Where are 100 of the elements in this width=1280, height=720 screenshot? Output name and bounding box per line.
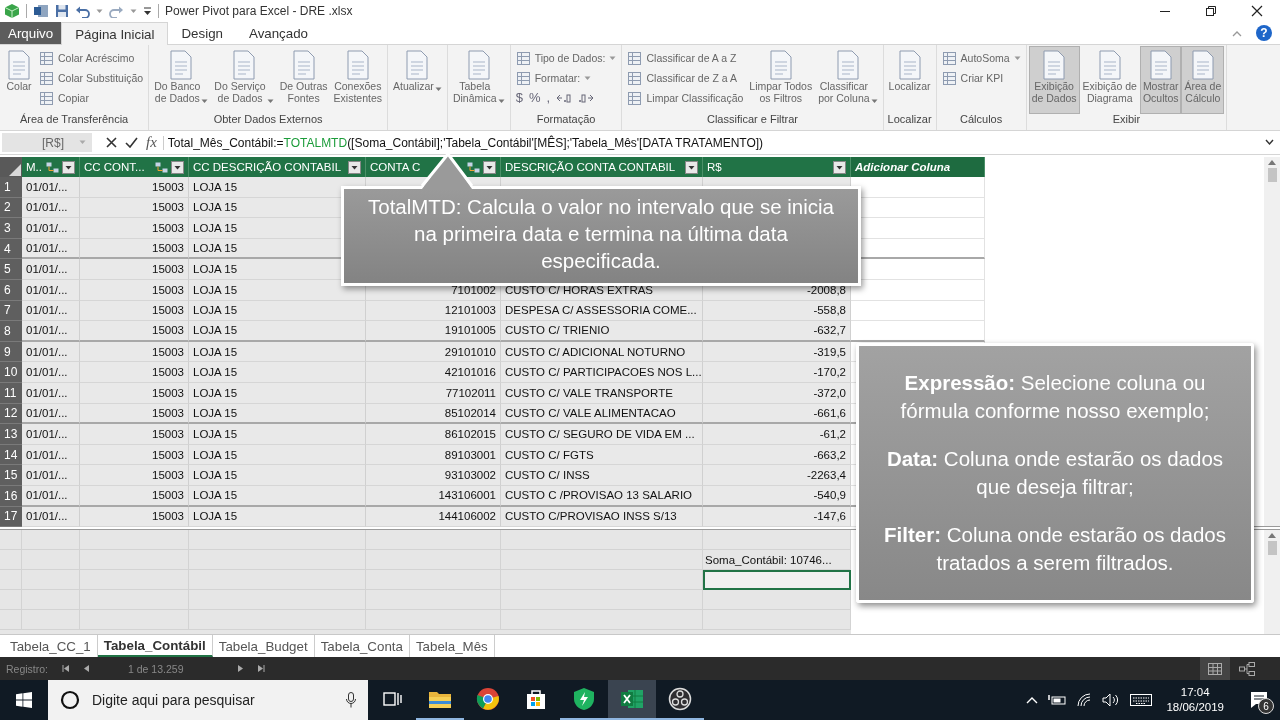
ribbon-button[interactable]: Classificar por Coluna bbox=[816, 47, 880, 113]
ribbon-button[interactable]: Tipo de Dados: bbox=[515, 50, 617, 66]
ribbon-button[interactable]: Do Banco de Dados bbox=[152, 47, 211, 113]
ribbon-button[interactable]: Conexões Existentes bbox=[331, 47, 384, 113]
column-header[interactable]: CC DESCRIÇÃO CONTABIL bbox=[189, 157, 366, 177]
table-cell: -319,5 bbox=[703, 341, 851, 363]
table-cell: 77102011 bbox=[366, 382, 501, 404]
ribbon-button[interactable]: Localizar bbox=[886, 47, 933, 113]
column-header-label: M.. bbox=[26, 161, 43, 173]
row-number[interactable]: 11 bbox=[0, 382, 22, 404]
search-bar[interactable]: Digite aqui para pesquisar bbox=[48, 680, 368, 720]
ribbon-button[interactable]: Classificar de A a Z bbox=[627, 50, 744, 66]
row-number[interactable]: 6 bbox=[0, 279, 22, 301]
table-cell: LOJA 15 bbox=[189, 506, 366, 528]
group-label: Exibir bbox=[1112, 113, 1141, 125]
table-cell: 01/01/... bbox=[22, 341, 80, 363]
table-cell: 85102014 bbox=[366, 403, 501, 425]
row-number[interactable]: 15 bbox=[0, 465, 22, 486]
name-box[interactable]: [R$] bbox=[2, 133, 92, 152]
column-header-label: CONTA C bbox=[370, 161, 422, 173]
ribbon-tab[interactable]: Design bbox=[168, 22, 236, 44]
column-header-label: CC CONT... bbox=[84, 161, 146, 173]
ribbon-button[interactable]: Limpar Todos os Filtros bbox=[747, 47, 815, 113]
ribbon-button[interactable]: Limpar Classificação bbox=[627, 90, 744, 106]
callout-text: Data: Coluna onde estarão os dados que deseja filtrar; bbox=[885, 446, 1225, 500]
table-cell: 89103001 bbox=[366, 444, 501, 466]
ribbon-button[interactable]: AutoSoma bbox=[941, 50, 1021, 66]
table-cell: LOJA 15 bbox=[189, 403, 366, 425]
column-header[interactable]: Adicionar Coluna bbox=[851, 157, 985, 177]
ribbon-button[interactable]: Colar bbox=[3, 47, 35, 113]
row-number[interactable]: 7 bbox=[0, 300, 22, 322]
ribbon-button[interactable]: Copiar bbox=[39, 90, 144, 106]
clock[interactable]: 17:04 18/06/2019 bbox=[1162, 685, 1228, 715]
column-header[interactable]: M.. bbox=[22, 157, 80, 177]
row-number[interactable]: 12 bbox=[0, 403, 22, 425]
column-header[interactable]: R$ bbox=[703, 157, 851, 177]
ribbon-tab[interactable]: Página Inicial bbox=[61, 22, 169, 45]
table-cell: -661,6 bbox=[703, 403, 851, 425]
table-cell: 144106002 bbox=[366, 506, 501, 528]
ribbon-tab[interactable]: Avançado bbox=[236, 22, 322, 44]
table-cell: 143106001 bbox=[366, 485, 501, 507]
table-cell: CUSTO C/ INSS bbox=[501, 465, 703, 486]
ribbon-button[interactable]: Formatar: bbox=[515, 70, 617, 86]
row-number[interactable]: 10 bbox=[0, 362, 22, 383]
row-number[interactable]: 13 bbox=[0, 424, 22, 445]
ribbon-button[interactable]: Exibição de Diagrama bbox=[1080, 47, 1139, 113]
row-number[interactable]: 16 bbox=[0, 485, 22, 507]
group-label: Área de Transferência bbox=[20, 113, 129, 125]
notification-button[interactable]: 6 bbox=[1238, 680, 1280, 720]
table-cell: 15003 bbox=[80, 382, 189, 404]
format-button[interactable]: % bbox=[528, 90, 541, 105]
ribbon-tab[interactable]: Arquivo bbox=[0, 22, 62, 44]
ribbon-button[interactable]: Do Serviço de Dados bbox=[212, 47, 276, 113]
format-button[interactable]: $ bbox=[515, 90, 523, 105]
table-cell: 12101003 bbox=[366, 300, 501, 322]
table-cell: 15003 bbox=[80, 403, 189, 425]
ribbon-button[interactable]: Classificar de Z a A bbox=[627, 70, 744, 86]
ribbon-button[interactable]: Mostrar Ocultos bbox=[1140, 47, 1181, 113]
table-cell: 15003 bbox=[80, 424, 189, 445]
row-number[interactable]: 1 bbox=[0, 177, 22, 198]
ribbon-button[interactable]: Tabela Dinâmica bbox=[450, 47, 507, 113]
row-number[interactable]: 9 bbox=[0, 341, 22, 363]
format-button[interactable]: , bbox=[546, 90, 551, 105]
table-cell: -558,8 bbox=[703, 300, 851, 322]
table-cell: CUSTO C/PROVISAO INSS S/13 bbox=[501, 506, 703, 528]
table-cell: LOJA 15 bbox=[189, 321, 366, 342]
table-cell: 15003 bbox=[80, 259, 189, 280]
row-number[interactable]: 3 bbox=[0, 218, 22, 239]
ribbon-button[interactable]: Colar Substituição bbox=[39, 70, 144, 86]
table-cell: 15003 bbox=[80, 177, 189, 198]
search-field[interactable]: Digite aqui para pesquisar bbox=[90, 691, 336, 709]
row-number[interactable]: 2 bbox=[0, 197, 22, 219]
table-cell: CUSTO C/ SEGURO DE VIDA EM ... bbox=[501, 424, 703, 445]
ribbon-button[interactable]: Área de Cálculo bbox=[1182, 47, 1224, 113]
record-label: Registro: bbox=[6, 662, 48, 675]
ribbon-button[interactable]: Exibição de Dados bbox=[1029, 47, 1079, 113]
ribbon-button[interactable]: Colar Acréscimo bbox=[39, 50, 144, 66]
column-header[interactable]: DESCRIÇÃO CONTA CONTABIL bbox=[501, 157, 703, 177]
formula-text[interactable]: Total_Mês_Contábil:=TOTALMTD([Soma_Contábil];'Tabela_Contábil'[MÊS];'Tabela_Mês'[DATA TRATAMENTO]) bbox=[162, 135, 764, 150]
callout-text: Expressão: Selecione coluna ou fórmula conforme nosso exemplo; bbox=[899, 370, 1211, 424]
table-cell: 01/01/... bbox=[22, 382, 80, 404]
row-number[interactable]: 4 bbox=[0, 238, 22, 260]
ribbon-button[interactable]: Criar KPI bbox=[941, 70, 1021, 86]
table-cell: -61,2 bbox=[703, 424, 851, 445]
table-cell: CUSTO C/ PARTICIPACOES NOS L... bbox=[501, 362, 703, 383]
ribbon-button[interactable]: De Outras Fontes bbox=[277, 47, 330, 113]
row-number[interactable]: 5 bbox=[0, 259, 22, 280]
row-number[interactable]: 8 bbox=[0, 321, 22, 342]
table-cell: 15003 bbox=[80, 279, 189, 301]
table-cell: -540,9 bbox=[703, 485, 851, 507]
group-label: Cálculos bbox=[960, 113, 1003, 125]
row-number[interactable]: 14 bbox=[0, 444, 22, 466]
row-number[interactable]: 17 bbox=[0, 506, 22, 528]
record-position: 1 de 13.259 bbox=[127, 662, 185, 675]
column-header[interactable]: CC CONT... bbox=[80, 157, 189, 177]
help-button[interactable]: ? bbox=[1256, 25, 1272, 41]
table-cell: LOJA 15 bbox=[189, 382, 366, 404]
insert-function-button[interactable]: fx bbox=[146, 134, 157, 151]
table-cell: 86102015 bbox=[366, 424, 501, 445]
ribbon-button[interactable]: Atualizar bbox=[391, 47, 444, 113]
